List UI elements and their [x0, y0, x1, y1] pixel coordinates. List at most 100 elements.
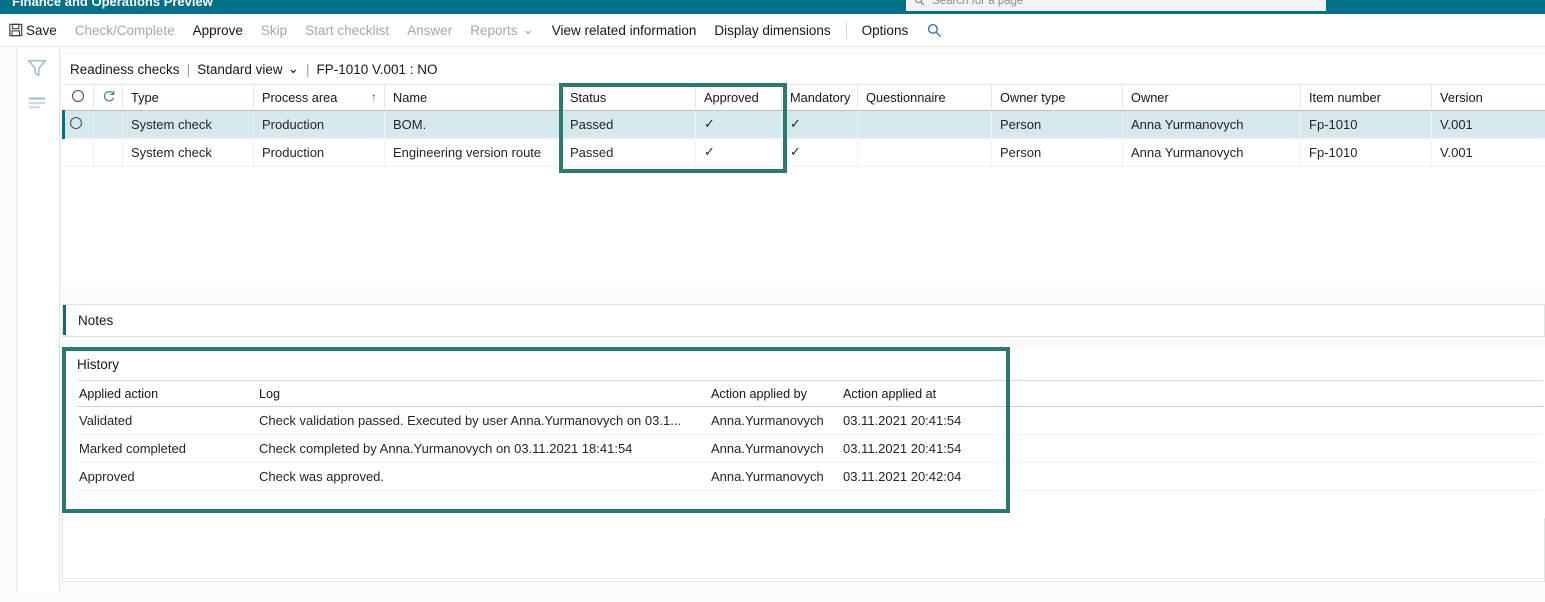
start-checklist-button[interactable]: Start checklist	[296, 14, 398, 47]
column-header-approved[interactable]: Approved	[695, 85, 782, 111]
refresh-icon[interactable]	[102, 89, 116, 103]
column-header-mandatory[interactable]: Mandatory	[781, 85, 858, 111]
history-section: History Applied action Log Action applie…	[62, 348, 1545, 518]
reports-label: Reports	[470, 22, 518, 38]
cell-action-applied-at[interactable]: 03.11.2021 20:42:04	[841, 462, 1011, 491]
column-header-process-area[interactable]: Process area ↑	[253, 85, 385, 111]
cell-owner-type[interactable]: Person	[991, 138, 1123, 167]
column-header-refresh[interactable]	[93, 85, 123, 111]
column-header-status[interactable]: Status	[561, 85, 696, 111]
cell-spacer	[1011, 406, 1543, 435]
row-select-cell[interactable]	[62, 110, 94, 139]
column-header-applied-action[interactable]: Applied action	[77, 380, 257, 407]
cell-questionnaire[interactable]	[857, 110, 992, 139]
cell-action-applied-by[interactable]: Anna.Yurmanovych	[709, 434, 841, 463]
view-related-information-label: View related information	[551, 22, 697, 38]
cell-item-number[interactable]: Fp-1010	[1300, 138, 1432, 167]
column-header-action-applied-by[interactable]: Action applied by	[709, 380, 841, 407]
display-dimensions-button[interactable]: Display dimensions	[705, 14, 839, 47]
cell-action-applied-by[interactable]: Anna.Yurmanovych	[709, 462, 841, 491]
table-row[interactable]: Approved Check was approved. Anna.Yurman…	[77, 462, 1543, 491]
row-select-circle-icon[interactable]	[70, 116, 82, 129]
list-lines-icon[interactable]	[26, 91, 48, 113]
lower-content-area	[62, 518, 1545, 582]
cell-status[interactable]: Passed	[561, 138, 696, 167]
cell-applied-action[interactable]: Approved	[77, 462, 257, 491]
cell-owner[interactable]: Anna Yurmanovych	[1122, 110, 1301, 139]
column-header-select-all[interactable]	[63, 85, 94, 111]
cell-process-area[interactable]: Production	[253, 110, 385, 139]
notes-title: Notes	[78, 312, 114, 328]
answer-button[interactable]: Answer	[398, 14, 461, 47]
column-header-owner[interactable]: Owner	[1122, 85, 1301, 111]
cell-owner-type[interactable]: Person	[991, 110, 1123, 139]
grid-header-row: Type Process area ↑ Name Status Approved…	[63, 85, 1545, 111]
filter-icon[interactable]	[26, 57, 48, 79]
global-search-placeholder: Search for a page	[932, 0, 1024, 7]
notes-section[interactable]: Notes	[62, 304, 1545, 337]
cell-applied-action[interactable]: Validated	[77, 406, 257, 435]
cell-mandatory[interactable]: ✓	[781, 138, 858, 167]
cell-status[interactable]: Passed	[561, 110, 696, 139]
global-search-box[interactable]: Search for a page	[906, 0, 1326, 11]
save-button[interactable]: Save	[0, 14, 66, 47]
column-header-type[interactable]: Type	[122, 85, 254, 111]
cell-applied-action[interactable]: Marked completed	[77, 434, 257, 463]
toolbar-divider	[845, 21, 847, 39]
cell-spacer	[1011, 434, 1543, 463]
check-complete-label: Check/Complete	[74, 22, 175, 38]
cell-log[interactable]: Check completed by Anna.Yurmanovych on 0…	[257, 434, 709, 463]
cell-approved[interactable]: ✓	[695, 138, 782, 167]
cell-type[interactable]: System check	[122, 138, 254, 167]
readiness-checks-grid: Type Process area ↑ Name Status Approved…	[62, 84, 1545, 287]
save-label: Save	[26, 22, 57, 38]
column-header-action-applied-at[interactable]: Action applied at	[841, 380, 1011, 407]
circle-select-all-icon[interactable]	[71, 89, 84, 102]
toolbar-search-button[interactable]	[917, 14, 952, 47]
view-related-information-button[interactable]: View related information	[543, 14, 706, 47]
notes-header[interactable]: Notes	[63, 305, 1544, 335]
table-row[interactable]: System check Production BOM. Passed ✓ ✓ …	[62, 110, 1545, 139]
approve-button[interactable]: Approve	[184, 14, 252, 47]
view-selector[interactable]: Standard view	[197, 62, 283, 77]
cell-action-applied-by[interactable]: Anna.Yurmanovych	[709, 406, 841, 435]
cell-mandatory[interactable]: ✓	[781, 110, 858, 139]
cell-action-applied-at[interactable]: 03.11.2021 20:41:54	[841, 406, 1011, 435]
cell-action-applied-at[interactable]: 03.11.2021 20:41:54	[841, 434, 1011, 463]
cell-spacer	[1011, 462, 1543, 491]
cell-log[interactable]: Check validation passed. Executed by use…	[257, 406, 709, 435]
lower-divider	[62, 578, 1545, 579]
chevron-down-icon[interactable]: ⌄	[288, 61, 299, 77]
start-checklist-label: Start checklist	[305, 22, 390, 38]
history-header[interactable]: History	[62, 348, 1545, 380]
reports-menu-button[interactable]: Reports ⌄	[461, 14, 543, 47]
column-header-questionnaire[interactable]: Questionnaire	[857, 85, 992, 111]
cell-approved[interactable]: ✓	[695, 110, 782, 139]
cell-name[interactable]: Engineering version route	[384, 138, 562, 167]
cell-log[interactable]: Check was approved.	[257, 462, 709, 491]
row-indicator-cell	[93, 138, 123, 167]
skip-button[interactable]: Skip	[252, 14, 296, 47]
column-header-item-number[interactable]: Item number	[1300, 85, 1432, 111]
cell-version[interactable]: V.001	[1431, 138, 1545, 167]
table-row[interactable]: Validated Check validation passed. Execu…	[77, 406, 1543, 435]
save-disk-icon	[9, 23, 23, 37]
column-header-log[interactable]: Log	[257, 380, 709, 407]
column-header-name[interactable]: Name	[384, 85, 562, 111]
row-select-cell[interactable]	[63, 138, 94, 167]
cell-process-area[interactable]: Production	[253, 138, 385, 167]
cell-item-number[interactable]: Fp-1010	[1300, 110, 1432, 139]
table-row[interactable]: System check Production Engineering vers…	[63, 138, 1545, 167]
cell-type[interactable]: System check	[122, 110, 254, 139]
search-icon	[914, 0, 925, 6]
cell-version[interactable]: V.001	[1431, 110, 1545, 139]
column-header-owner-type[interactable]: Owner type	[991, 85, 1123, 111]
column-header-version[interactable]: Version	[1431, 85, 1545, 111]
cell-name[interactable]: BOM.	[384, 110, 562, 139]
sort-ascending-icon[interactable]: ↑	[371, 90, 377, 104]
table-row[interactable]: Marked completed Check completed by Anna…	[77, 434, 1543, 463]
options-button[interactable]: Options	[853, 14, 918, 47]
cell-questionnaire[interactable]	[857, 138, 992, 167]
check-complete-button[interactable]: Check/Complete	[66, 14, 184, 47]
cell-owner[interactable]: Anna Yurmanovych	[1122, 138, 1301, 167]
